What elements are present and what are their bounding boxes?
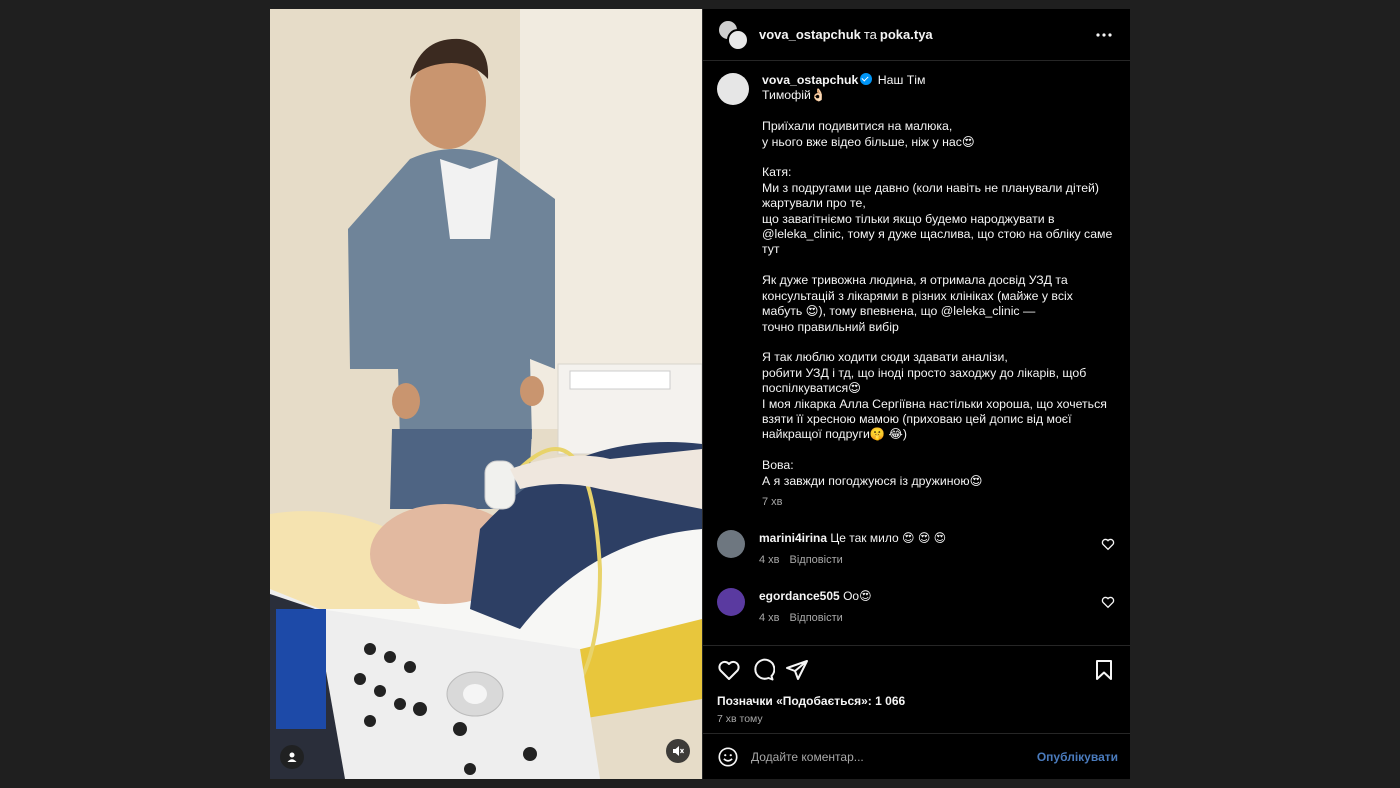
caption-time: 7 хв	[762, 495, 783, 508]
header-username-1[interactable]: vova_ostapchuk	[759, 27, 861, 42]
comment-input[interactable]	[751, 749, 1037, 764]
comment-time: 4 хв	[759, 612, 780, 625]
post-header: vova_ostapchuk та poka.tya	[703, 9, 1130, 61]
comment-avatar[interactable]	[717, 530, 745, 559]
likes-count[interactable]: Позначки «Подобається»: 1 066	[717, 694, 1116, 708]
share-icon[interactable]	[785, 658, 809, 682]
comment-icon[interactable]	[751, 658, 775, 682]
more-options-button[interactable]	[1092, 23, 1116, 47]
caption-username[interactable]: vova_ostapchuk	[762, 73, 858, 87]
post-side-panel: vova_ostapchuk та poka.tya vova_ostapchuk …	[702, 9, 1130, 779]
add-comment-bar: Опублікувати	[703, 733, 1130, 779]
comment-avatar[interactable]	[717, 588, 745, 617]
post-actions: Позначки «Подобається»: 1 066 7 хв тому	[703, 645, 1130, 733]
comment-text: Це так мило 😍 😍 😍	[830, 531, 947, 546]
video-frame	[270, 9, 702, 779]
verified-icon	[860, 73, 873, 85]
collab-avatars[interactable]	[717, 18, 749, 51]
header-conjunction: та	[863, 27, 877, 42]
reply-button[interactable]: Відповісти	[790, 554, 843, 566]
comment-item: egordance505 Оо😍 4 хв Відповісти	[717, 588, 1116, 626]
comment-time: 4 хв	[759, 554, 780, 567]
comment-username[interactable]: marini4irina	[759, 531, 827, 545]
heart-icon[interactable]	[717, 658, 741, 682]
caption-text: Наш Тім Тимофій👌🏻 Приїхали подивитися на…	[762, 73, 1113, 488]
comments-scroll-area[interactable]: vova_ostapchuk Наш Тім Тимофій👌🏻 Приїхал…	[703, 61, 1130, 645]
comment-item: marini4irina Це так мило 😍 😍 😍 4 хв Відпо…	[717, 530, 1116, 568]
header-username-2[interactable]: poka.tya	[880, 27, 933, 42]
caption: vova_ostapchuk Наш Тім Тимофій👌🏻 Приїхал…	[717, 73, 1116, 510]
post-video[interactable]	[270, 9, 702, 779]
user-tag-icon	[287, 752, 297, 762]
post-time: 7 хв тому	[717, 713, 763, 725]
comment-like-icon[interactable]	[1100, 536, 1116, 552]
bookmark-icon[interactable]	[1092, 658, 1116, 682]
caption-avatar[interactable]	[717, 73, 749, 105]
comment-username[interactable]: egordance505	[759, 589, 840, 603]
reply-button[interactable]: Відповісти	[790, 612, 843, 624]
publish-button[interactable]: Опублікувати	[1037, 750, 1118, 764]
emoji-icon[interactable]	[717, 746, 739, 768]
comment-like-icon[interactable]	[1100, 594, 1116, 610]
avatar	[727, 28, 749, 51]
post-modal: vova_ostapchuk та poka.tya vova_ostapchuk …	[270, 9, 1130, 779]
mute-icon	[673, 746, 684, 756]
collab-usernames: vova_ostapchuk та poka.tya	[759, 27, 1092, 42]
mute-button[interactable]	[666, 739, 690, 763]
more-icon	[1096, 32, 1112, 37]
tagged-users-button[interactable]	[280, 745, 304, 769]
comment-text: Оо😍	[843, 589, 872, 604]
